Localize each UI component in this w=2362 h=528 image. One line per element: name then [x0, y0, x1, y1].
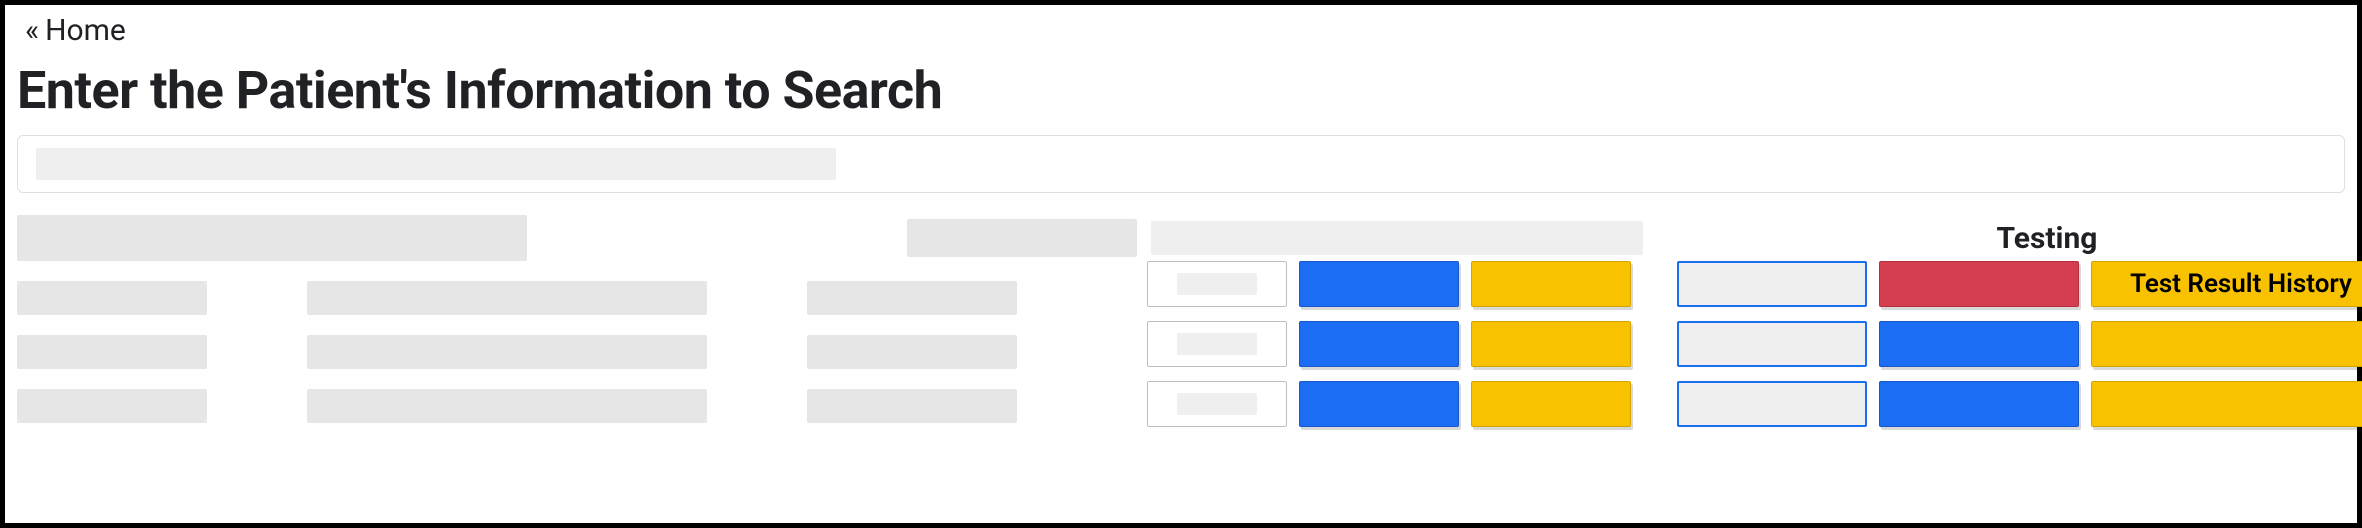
skeleton [17, 335, 207, 369]
back-chevrons-icon: « [25, 16, 39, 46]
button-row [1147, 261, 1647, 307]
primary-button[interactable] [1879, 321, 2079, 367]
secondary-button[interactable] [1471, 321, 1631, 367]
primary-button[interactable] [1299, 381, 1459, 427]
input-small[interactable] [1147, 261, 1287, 307]
primary-button[interactable] [1299, 261, 1459, 307]
primary-button[interactable] [1879, 381, 2079, 427]
breadcrumb[interactable]: « Home [17, 13, 2345, 48]
outline-button[interactable] [1677, 261, 1867, 307]
test-result-history-button[interactable]: Test Result History [2091, 261, 2362, 307]
button-row [1677, 381, 2362, 427]
app-frame: « Home Enter the Patient's Information t… [0, 0, 2362, 528]
skeleton [807, 281, 1017, 315]
secondary-button[interactable] [2091, 381, 2362, 427]
skeleton [307, 335, 707, 369]
page-title: Enter the Patient's Information to Searc… [17, 60, 2345, 121]
button-row [1677, 321, 2362, 367]
button-row [1147, 381, 1647, 427]
group-a-header-skeleton [1151, 221, 1643, 255]
secondary-button[interactable] [1471, 381, 1631, 427]
skeleton [307, 389, 707, 423]
search-input[interactable] [17, 135, 2345, 193]
skeleton [17, 389, 207, 423]
skeleton [807, 389, 1017, 423]
skeleton [907, 219, 1137, 257]
input-small[interactable] [1147, 381, 1287, 427]
outline-button[interactable] [1677, 381, 1867, 427]
outline-button[interactable] [1677, 321, 1867, 367]
patient-info-block [17, 215, 1137, 441]
testing-header: Testing [1677, 215, 2362, 261]
skeleton [17, 281, 207, 315]
info-row [17, 281, 1137, 315]
testing-group: Testing Test Result History [1677, 215, 2362, 441]
info-header-row [17, 215, 1137, 261]
button-row [1147, 321, 1647, 367]
breadcrumb-home: Home [45, 13, 126, 48]
info-row [17, 389, 1137, 423]
skeleton [807, 335, 1017, 369]
skeleton [307, 281, 707, 315]
danger-button[interactable] [1879, 261, 2079, 307]
secondary-button[interactable] [1471, 261, 1631, 307]
primary-button[interactable] [1299, 321, 1459, 367]
skeleton [17, 215, 527, 261]
secondary-button[interactable] [2091, 321, 2362, 367]
search-placeholder-skeleton [36, 148, 836, 180]
button-row: Test Result History [1677, 261, 2362, 307]
info-row [17, 335, 1137, 369]
action-group-a [1147, 215, 1647, 441]
input-small[interactable] [1147, 321, 1287, 367]
content-columns: Testing Test Result History [17, 215, 2345, 441]
